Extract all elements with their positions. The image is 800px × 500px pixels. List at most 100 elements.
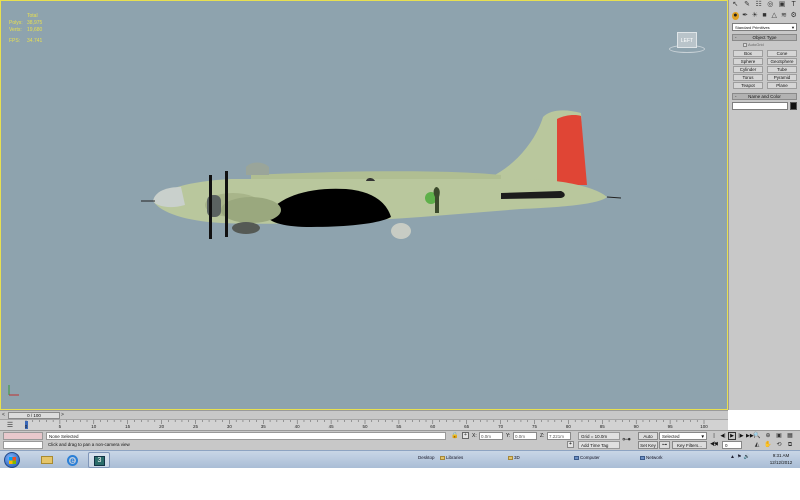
b17-bomber-model[interactable] <box>141 105 621 245</box>
object-color-swatch[interactable] <box>790 102 797 110</box>
time-configuration-icon[interactable]: ⏱ <box>710 441 719 449</box>
motion-tab-icon[interactable]: ◎ <box>766 1 775 9</box>
viewcube-face[interactable]: LEFT <box>677 32 697 48</box>
absolute-mode-icon[interactable]: + <box>462 432 469 439</box>
start-button[interactable] <box>4 452 20 468</box>
object-type-rollout[interactable]: - Object Type <box>732 34 797 41</box>
pyramid-button[interactable]: Pyramid <box>767 74 797 81</box>
utilities-tab-icon[interactable]: T <box>789 1 798 9</box>
torus-button[interactable]: Torus <box>733 74 763 81</box>
cylinder-button[interactable]: Cylinder <box>733 66 763 73</box>
coord-y-input[interactable]: 0.0m <box>513 432 537 440</box>
polys-label: Polys: <box>9 20 23 26</box>
key-filters-button[interactable]: Key Filters... <box>672 441 707 449</box>
field-of-view-icon[interactable]: ◭ <box>752 441 762 449</box>
autogrid-check-icon[interactable] <box>743 42 747 47</box>
frame-tick-label: 10 <box>91 424 97 429</box>
polys-value: 38,975 <box>27 20 43 26</box>
show-hidden-icons-icon[interactable]: ▲ <box>730 454 735 460</box>
maximize-viewport-icon[interactable]: ⧉ <box>785 441 795 449</box>
taskbar-explorer-button[interactable] <box>36 452 58 468</box>
maxscript-listener-mini[interactable] <box>3 432 43 440</box>
name-color-row <box>732 102 797 110</box>
next-key-icon[interactable]: |▶ <box>737 432 745 440</box>
verts-value: 19,680 <box>27 27 43 33</box>
hierarchy-tab-icon[interactable]: ☷ <box>754 1 763 9</box>
selection-status: None Selected <box>46 432 446 440</box>
geosphere-button[interactable]: GeoSphere <box>767 58 797 65</box>
tube-button[interactable]: Tube <box>767 66 797 73</box>
taskbar-ie-button[interactable]: e <box>62 452 84 468</box>
volume-icon[interactable]: 🔊 <box>743 454 749 460</box>
object-name-input[interactable] <box>732 102 788 110</box>
time-slider-handle[interactable]: 0 / 100 <box>8 412 60 419</box>
viewport-navigation-controls: 🔍 ⊕ ▣ ▦ ◭ ✋ ⟲ ⧉ <box>752 432 800 449</box>
helpers-icon[interactable]: △ <box>771 12 778 20</box>
geometry-icon[interactable]: ● <box>732 12 739 20</box>
zoom-extents-all-icon[interactable]: ▦ <box>785 432 795 440</box>
frame-tick-label: 95 <box>667 424 673 429</box>
modify-tab-icon[interactable]: ✎ <box>743 1 752 9</box>
autogrid-checkbox[interactable]: AutoGrid <box>743 42 800 48</box>
auto-key-button[interactable]: Auto Key <box>638 432 658 446</box>
left-viewport[interactable]: Total Polys: 38,975 Verts: 19,680 FPS: 34.7… <box>0 0 728 410</box>
teapot-button[interactable]: Teapot <box>733 82 763 89</box>
previous-key-icon[interactable]: ◀| <box>719 432 727 440</box>
set-key-button[interactable]: Set Key <box>638 441 658 449</box>
taskbar-clock[interactable]: 9:31 AM 12/12/2012 <box>764 452 798 466</box>
set-key-icon[interactable]: ⊶ <box>622 434 631 445</box>
plane-button[interactable]: Plane <box>767 82 797 89</box>
network-link[interactable]: Network <box>640 455 663 460</box>
systems-icon[interactable]: ⚙ <box>790 12 797 20</box>
3d-folder-link[interactable]: 3D <box>508 455 520 460</box>
current-frame-input[interactable]: 0 <box>722 441 742 449</box>
key-filter-toggle-icon[interactable]: ⊶ <box>659 441 670 449</box>
zoom-all-icon[interactable]: ⊕ <box>763 432 773 440</box>
coord-x-input[interactable]: 0.0m <box>479 432 503 440</box>
display-tab-icon[interactable]: ▣ <box>778 1 787 9</box>
time-tag-icon[interactable]: + <box>567 441 574 448</box>
primitive-type-dropdown[interactable]: Standard Primitives ▼ <box>732 23 797 31</box>
command-panel: ↖ ✎ ☷ ◎ ▣ T ● ✒ ☀ ■ △ ≋ ⚙ Standard Primi… <box>728 0 800 410</box>
cameras-icon[interactable]: ■ <box>761 12 768 20</box>
frame-tick-label: 50 <box>362 424 368 429</box>
frame-tick-label: 55 <box>396 424 402 429</box>
spacewarps-icon[interactable]: ≋ <box>781 12 788 20</box>
maxscript-input[interactable] <box>3 441 43 449</box>
command-panel-tabs: ↖ ✎ ☷ ◎ ▣ T <box>729 0 800 10</box>
add-time-tag-button[interactable]: Add Time Tag <box>578 441 620 449</box>
fps-value: 34.741 <box>27 38 43 44</box>
create-tab-icon[interactable]: ↖ <box>731 1 740 9</box>
desktop-toolbar-label[interactable]: Desktop <box>418 455 435 460</box>
play-icon[interactable]: ▶ <box>728 432 736 440</box>
propeller-1 <box>209 175 212 239</box>
key-mode-value: Selected <box>662 434 680 439</box>
name-and-color-rollout[interactable]: - Name and Color <box>732 93 797 100</box>
pan-view-icon[interactable]: ✋ <box>763 441 773 449</box>
viewcube[interactable]: LEFT <box>669 29 705 55</box>
time-slider[interactable]: < 0 / 100 > <box>0 410 728 419</box>
flag-icon[interactable]: ⚑ <box>737 454 741 460</box>
coord-z-input[interactable]: 7.221m <box>547 432 571 440</box>
lights-icon[interactable]: ☀ <box>751 12 758 20</box>
shapes-icon[interactable]: ✒ <box>742 12 749 20</box>
previous-frame-icon[interactable]: < <box>2 412 5 418</box>
selection-lock-icon[interactable]: 🔒 <box>451 432 458 439</box>
stats-header: Total <box>27 13 38 19</box>
zoom-icon[interactable]: 🔍 <box>752 432 762 440</box>
key-mode-dropdown[interactable]: Selected ▼ <box>659 432 707 440</box>
object-type-buttons: Box Cone Sphere GeoSphere Cylinder Tube … <box>729 49 800 90</box>
orbit-icon[interactable]: ⟲ <box>774 441 784 449</box>
windows-taskbar: e 3 Desktop Libraries 3D Computer Networ… <box>0 450 800 468</box>
box-button[interactable]: Box <box>733 50 763 57</box>
sphere-button[interactable]: Sphere <box>733 58 763 65</box>
dropdown-arrow-icon: ▼ <box>700 434 705 439</box>
taskbar-3dsmax-button[interactable]: 3 <box>88 452 110 468</box>
next-frame-icon[interactable]: > <box>61 412 64 418</box>
zoom-extents-icon[interactable]: ▣ <box>774 432 784 440</box>
go-to-start-icon[interactable]: |◀◀ <box>710 432 718 447</box>
libraries-link[interactable]: Libraries <box>440 455 463 460</box>
trackbar[interactable]: ☰ 0 5 10 15 20 25 30 35 40 45 50 55 60 65 70 75 80 85 90 95… <box>0 419 728 430</box>
computer-link[interactable]: Computer <box>574 455 600 460</box>
cone-button[interactable]: Cone <box>767 50 797 57</box>
